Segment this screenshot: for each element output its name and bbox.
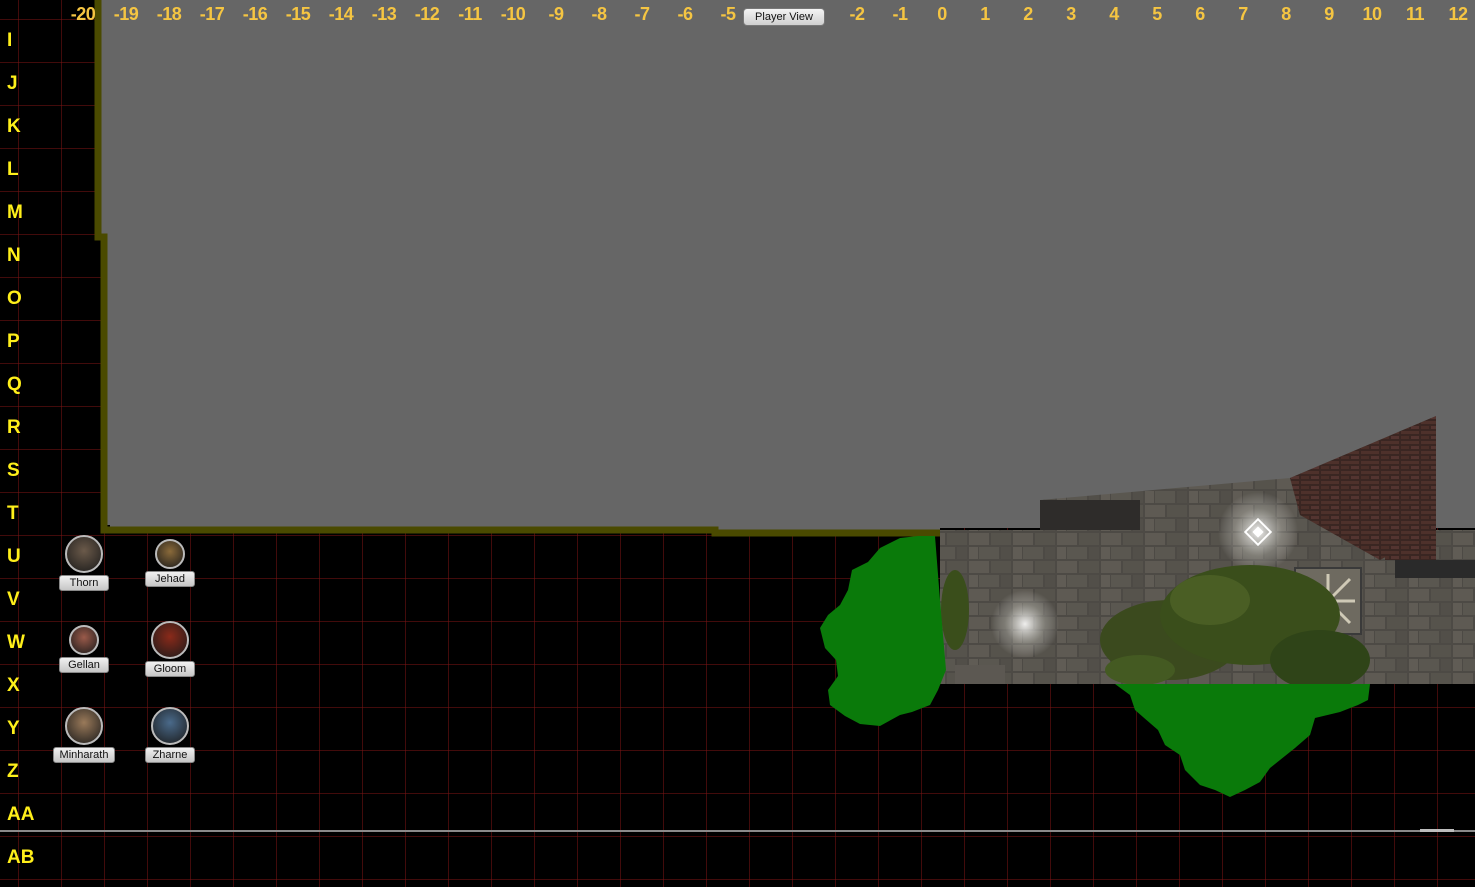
zharne-portrait (151, 707, 189, 745)
column-label: 12 (1448, 4, 1468, 24)
token-thorn[interactable]: Thorn (44, 535, 124, 591)
row-label: P (7, 331, 20, 352)
column-label: -8 (591, 4, 607, 24)
row-label: N (7, 245, 21, 266)
gloom-portrait (151, 621, 189, 659)
column-label: 8 (1281, 4, 1291, 24)
row-label: W (7, 632, 25, 653)
column-label: -13 (371, 4, 397, 24)
player-view-button[interactable]: Player View (743, 8, 825, 26)
thorn-portrait (65, 535, 103, 573)
row-label: AA (7, 804, 35, 825)
column-label: 1 (980, 4, 990, 24)
horizontal-scrollbar[interactable] (0, 830, 1475, 832)
forest-area-left (820, 536, 946, 726)
column-label: -15 (285, 4, 311, 24)
token-name-label: Thorn (59, 575, 109, 591)
token-name-label: Minharath (52, 747, 116, 763)
column-label: -5 (720, 4, 736, 24)
minharath-portrait (65, 707, 103, 745)
column-label: 5 (1152, 4, 1162, 24)
column-label: -2 (849, 4, 865, 24)
column-label: 3 (1066, 4, 1076, 24)
column-label: -1 (892, 4, 908, 24)
column-label: -10 (500, 4, 526, 24)
row-label: T (7, 503, 19, 524)
column-label: 7 (1238, 4, 1248, 24)
column-label: -14 (328, 4, 354, 24)
column-label: 10 (1362, 4, 1382, 24)
column-label: 11 (1405, 4, 1425, 24)
column-label: 0 (937, 4, 947, 24)
row-label: S (7, 460, 20, 481)
column-label: -20 (70, 4, 96, 24)
column-label: -18 (156, 4, 182, 24)
token-name-label: Zharne (145, 747, 195, 763)
row-label: J (7, 73, 18, 94)
row-label: U (7, 546, 21, 567)
map-canvas[interactable] (0, 0, 1475, 887)
token-name-label: Gloom (145, 661, 195, 677)
row-label: X (7, 675, 20, 696)
row-label: O (7, 288, 22, 309)
token-jehad[interactable]: Jehad (130, 539, 210, 587)
column-label: -7 (634, 4, 650, 24)
column-label: -11 (458, 4, 482, 24)
gellan-portrait (69, 625, 99, 655)
column-label: -19 (113, 4, 139, 24)
column-label: -9 (548, 4, 564, 24)
row-label: Z (7, 761, 19, 782)
row-label: Q (7, 374, 22, 395)
column-label: -17 (199, 4, 225, 24)
fog-of-war (98, 0, 1475, 532)
jehad-portrait (155, 539, 185, 569)
token-gellan[interactable]: Gellan (44, 625, 124, 673)
row-label: L (7, 159, 19, 180)
row-label: V (7, 589, 20, 610)
token-minharath[interactable]: Minharath (44, 707, 124, 763)
row-label: K (7, 116, 21, 137)
column-label: 2 (1023, 4, 1033, 24)
column-label: -12 (414, 4, 440, 24)
column-label: 6 (1195, 4, 1205, 24)
token-name-label: Gellan (59, 657, 109, 673)
column-label: -16 (242, 4, 268, 24)
token-zharne[interactable]: Zharne (130, 707, 210, 763)
row-label: R (7, 417, 21, 438)
forest-area-right (1115, 684, 1370, 797)
column-label: -6 (677, 4, 693, 24)
scrollbar-thumb[interactable] (1420, 829, 1454, 832)
row-label: Y (7, 718, 20, 739)
row-label: AB (7, 847, 35, 868)
row-label: I (7, 30, 13, 51)
column-label: 9 (1324, 4, 1334, 24)
column-label: 4 (1109, 4, 1119, 24)
row-label: M (7, 202, 23, 223)
token-name-label: Jehad (145, 571, 195, 587)
token-gloom[interactable]: Gloom (130, 621, 210, 677)
